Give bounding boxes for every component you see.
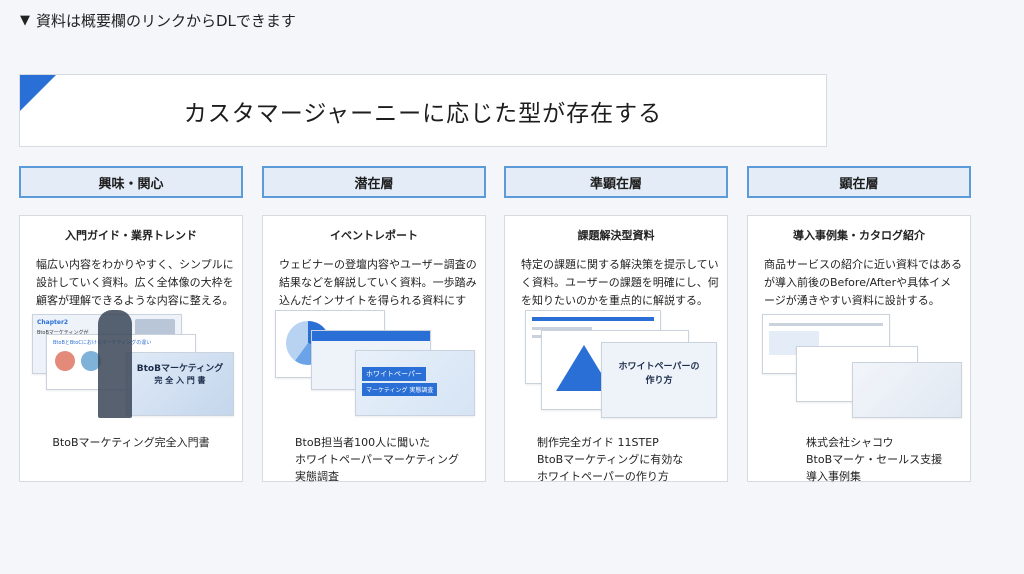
stage-latent: 潜在層 — [262, 166, 486, 198]
card-title: 課題解決型資料 — [577, 229, 655, 242]
card-title: 入門ガイド・業界トレンド — [65, 229, 197, 242]
card-thumbnail: ホワイトペーパー マーケティング 実態調査 — [271, 308, 479, 420]
card-thumbnail — [756, 308, 964, 420]
card-case-studies: 導入事例集・カタログ紹介 商品サービスの紹介に近い資料ではあるが導入前後のBef… — [747, 215, 971, 483]
corner-accent — [20, 75, 56, 111]
card-caption: 株式会社シャコウ BtoBマーケ・セールス支援 導入事例集 — [806, 436, 943, 483]
card-description: 特定の課題に関する解決策を提示していく資料。ユーザーの課題を明確にし、何を知りた… — [521, 258, 719, 307]
headline-box: カスタマージャーニーに応じた型が存在する — [19, 74, 827, 147]
card-caption: BtoB担当者100人に聞いた ホワイトペーパーマーケティング 実態調査 — [295, 436, 460, 483]
card-thumbnail: Chapter2 BtoBマーケティングが BtoBとBtoCにおけるマーケティ… — [28, 308, 236, 420]
stage-semi-apparent: 準顕在層 — [504, 166, 728, 198]
card-description: 幅広い内容をわかりやすく、シンプルに設計していく資料。広く全体像の大枠を顧客が理… — [36, 258, 234, 307]
card-problem-solving: 課題解決型資料 特定の課題に関する解決策を提示していく資料。ユーザーの課題を明確… — [504, 215, 728, 483]
card-event-report: イベントレポート ウェビナーの登壇内容やユーザー調査の結果などを解説していく資料… — [262, 215, 486, 483]
triangle-down-icon: ▼ — [20, 13, 30, 28]
card-caption: BtoBマーケティング完全入門書 — [52, 436, 210, 449]
card-caption: 制作完全ガイド 11STEP BtoBマーケティングに有効な ホワイトペーパーの… — [537, 436, 684, 483]
card-title: イベントレポート — [330, 229, 418, 242]
download-note-text: 資料は概要欄のリンクからDLできます — [36, 12, 296, 30]
card-thumbnail: ホワイトペーパーの 作り方 — [513, 308, 721, 420]
card-intro-guide: 入門ガイド・業界トレンド 幅広い内容をわかりやすく、シンプルに設計していく資料。… — [19, 215, 243, 482]
card-description: 商品サービスの紹介に近い資料ではあるが導入前後のBefore/Afterや具体イ… — [764, 258, 962, 307]
headline-text: カスタマージャーニーに応じた型が存在する — [183, 100, 663, 127]
download-note: ▼ 資料は概要欄のリンクからDLできます — [20, 10, 296, 31]
card-title: 導入事例集・カタログ紹介 — [793, 229, 925, 242]
stage-interest: 興味・関心 — [19, 166, 243, 198]
stage-apparent: 顕在層 — [747, 166, 971, 198]
